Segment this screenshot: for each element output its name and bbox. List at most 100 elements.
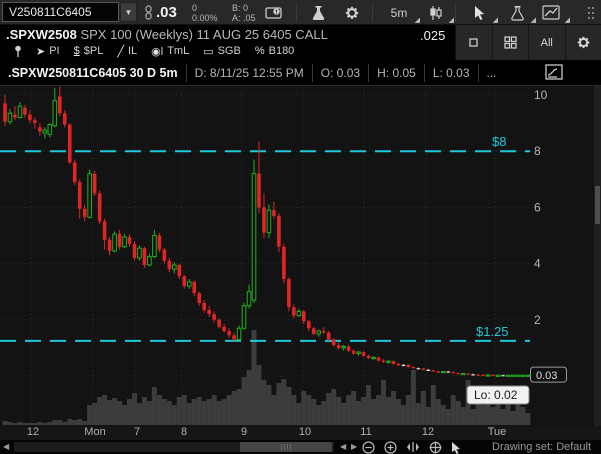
right-scrollbar-thumb[interactable] — [595, 186, 600, 224]
link-icon[interactable] — [142, 0, 154, 25]
time-axis-label: Mon — [84, 426, 105, 438]
quote-price: .025 — [420, 28, 445, 43]
price-level-label: $8 — [492, 134, 506, 149]
chart-more: ... — [478, 64, 505, 82]
time-axis-label: 10 — [299, 426, 311, 438]
time-axis-label: 12 — [27, 426, 39, 438]
chart-low-value: L: 0.03 — [424, 64, 478, 82]
change-block: 0 0.00% — [192, 0, 218, 25]
analysis-flask-icon[interactable]: ◢ — [504, 0, 530, 25]
price-axis-label: 2 — [534, 313, 541, 327]
bid-ask-block: B: 0 A: .05 — [232, 0, 256, 25]
step-left-icon[interactable]: ◀ — [340, 442, 346, 451]
gridlines — [0, 86, 530, 426]
news-icon[interactable] — [262, 0, 284, 25]
drawing-tool-tml[interactable]: ◉l TmL — [151, 45, 189, 58]
volume-bars — [3, 330, 531, 425]
cursor-tool-icon[interactable]: ◢ — [466, 0, 492, 25]
time-axis-label: 9 — [241, 426, 247, 438]
symbol-input[interactable]: V250811C6405 — [2, 2, 119, 22]
svg-text:Lo: 0.02: Lo: 0.02 — [474, 388, 518, 402]
chart-title: .SPXW250811C6405 30 D 5m — [0, 64, 186, 82]
chart-date: D: 8/11/25 12:55 PM — [186, 64, 312, 82]
symbol-description: .SPXW2508 SPX 100 (Weeklys) 11 AUG 25 64… — [6, 27, 328, 42]
time-axis-label: 11 — [360, 426, 371, 438]
zoom-out-icon[interactable] — [362, 441, 375, 454]
symbol-description-text: SPX 100 (Weeklys) 11 AUG 25 6405 CALL — [80, 27, 327, 42]
drawing-tool-label: PI — [49, 45, 59, 57]
drawing-tool-sgb[interactable]: ▭ SGB — [203, 45, 241, 58]
chevron-down-icon: ◢ — [493, 16, 498, 24]
settings-gear-button[interactable] — [565, 25, 601, 60]
dollar-icon: $ — [74, 45, 80, 57]
time-axis-label: Tue — [488, 426, 507, 438]
chevron-down-icon: ◢ — [565, 16, 570, 24]
price-axis-label: 8 — [534, 144, 541, 158]
price-axis-label: 6 — [534, 200, 541, 214]
chevron-down-icon: ◢ — [531, 16, 536, 24]
rect-icon: ▭ — [203, 45, 213, 58]
drag-handle-icon[interactable] — [584, 0, 598, 25]
drawing-set-label[interactable]: Drawing set: Default — [492, 441, 591, 453]
price-chart[interactable]: $8$1.251086420.03Lo: 0.02 — [0, 86, 601, 426]
candles — [3, 87, 529, 377]
drawing-tool-label: SGB — [218, 45, 241, 57]
top-toolbar: V250811C6405 ▼ .03 0 0.00% B: 0 A: .05 5 — [0, 0, 601, 25]
pointer-icon: ➤ — [36, 45, 45, 58]
price-axis[interactable]: 1086420.03 — [531, 88, 567, 382]
bid-value: B: 0 — [232, 3, 248, 13]
chart-settings-gear-icon[interactable] — [340, 0, 364, 25]
time-axis-label: 7 — [134, 426, 140, 438]
drawing-tool-label: B180 — [269, 45, 295, 57]
right-scrollbar[interactable] — [594, 86, 601, 426]
drawing-tool-pi[interactable]: ➤ PI — [36, 45, 60, 58]
scroll-left-icon[interactable]: ◀ — [3, 442, 9, 451]
slash-icon: ╱ — [117, 45, 124, 58]
fit-width-icon[interactable] — [406, 441, 420, 453]
drawing-tool-label: $PL — [84, 45, 104, 57]
bottom-bar: ◀ ◀ ▶ Drawing set: Default — [0, 440, 601, 454]
price-axis-label: 4 — [534, 257, 541, 271]
chart-open: O: 0.03 — [312, 64, 368, 82]
chevron-down-icon: ◢ — [449, 16, 454, 24]
drawings-icon[interactable]: ◢ — [538, 0, 564, 25]
pin-icon — [14, 45, 22, 58]
last-price: .03 — [156, 0, 177, 25]
drawing-tool-b180[interactable]: % B180 — [255, 45, 294, 57]
layout-buttons: All — [455, 25, 601, 60]
zoom-in-icon[interactable] — [384, 441, 397, 454]
trading-chart-window: V250811C6405 ▼ .03 0 0.00% B: 0 A: .05 5 — [0, 0, 601, 454]
chart-scrollbar[interactable] — [14, 442, 334, 452]
ask-value: A: .05 — [232, 13, 256, 23]
drawing-tool-label: IL — [128, 45, 137, 57]
low-tooltip: Lo: 0.02 — [467, 386, 529, 404]
chart-high: H: 0.05 — [368, 64, 424, 82]
chart-header: .SPXW250811C6405 30 D 5m D: 8/11/25 12:5… — [0, 60, 601, 86]
drawing-tool-il[interactable]: ╱ IL — [117, 45, 137, 58]
symbol-description-bar: .SPXW2508 SPX 100 (Weeklys) 11 AUG 25 64… — [0, 25, 601, 60]
candlestick-chart: $8$1.251086420.03Lo: 0.02 — [0, 86, 601, 426]
symbol-dropdown-button[interactable]: ▼ — [120, 2, 137, 22]
chart-type-candle-icon[interactable]: ◢ — [424, 0, 448, 25]
time-axis: 12Mon789101112Tue — [0, 426, 601, 440]
chart-scrollbar-thumb[interactable] — [240, 442, 332, 452]
price-level-label: $1.25 — [476, 324, 509, 339]
drawing-tool-pin[interactable] — [14, 45, 22, 58]
change-percent: 0.00% — [192, 13, 218, 23]
percent-icon: % — [255, 45, 265, 57]
chart-style-icon[interactable] — [545, 64, 563, 80]
drawing-tool-$pl[interactable]: $ $PL — [74, 45, 104, 57]
time-axis-label: 8 — [181, 426, 187, 438]
studies-flask-icon[interactable] — [306, 0, 330, 25]
single-cell-button[interactable] — [456, 25, 492, 60]
circle-bar-icon: ◉l — [151, 45, 163, 58]
price-axis-label: 10 — [534, 88, 548, 102]
grid-layout-button[interactable] — [492, 25, 529, 60]
step-right-icon[interactable]: ▶ — [351, 442, 357, 451]
drawing-tool-label: TmL — [167, 45, 189, 57]
price-alert-lines[interactable]: $8 $1.25 — [0, 134, 530, 341]
timeframe-dropdown[interactable]: 5m◢ — [384, 0, 414, 25]
all-button[interactable]: All — [528, 25, 565, 60]
crosshair-icon[interactable] — [429, 441, 442, 454]
pointer-mode-icon[interactable] — [451, 441, 462, 454]
